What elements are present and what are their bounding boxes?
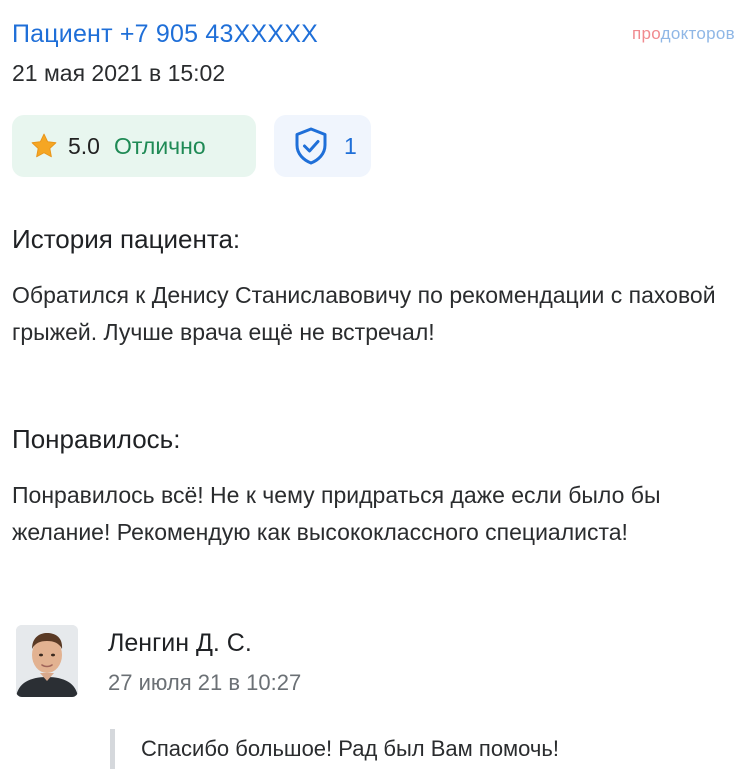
- reply-date: 27 июля 21 в 10:27: [108, 670, 302, 695]
- reply-text: Спасибо большое! Рад был Вам помочь!: [110, 729, 559, 769]
- doctor-reply: Ленгин Д. С. 27 июля 21 в 10:27 Спасибо …: [16, 625, 736, 775]
- section-text-liked: Понравилось всё! Не к чему придраться да…: [12, 482, 661, 545]
- patient-name-link[interactable]: Пациент +7 905 43XXXXX: [12, 20, 318, 49]
- rating-badge: 5.0 Отлично: [12, 115, 256, 177]
- shield-check-icon: [292, 126, 330, 166]
- brand-logo-part1: про: [631, 24, 661, 43]
- section-text-history: Обратился к Денису Станиславовичу по рек…: [12, 282, 716, 345]
- rating-label: Отлично: [113, 132, 206, 159]
- review-header: Пациент +7 905 43XXXXX продокторов: [12, 16, 735, 56]
- avatar[interactable]: [16, 625, 78, 697]
- section-title-liked: Понравилось:: [12, 424, 181, 454]
- verified-count: 1: [344, 132, 357, 159]
- brand-logo-part2: докторов: [660, 24, 735, 43]
- review-card: Пациент +7 905 43XXXXX продокторов 21 ма…: [0, 0, 749, 781]
- verified-badge[interactable]: 1: [274, 115, 371, 177]
- rating-value: 5.0: [68, 132, 100, 159]
- reply-author[interactable]: Ленгин Д. С.: [108, 629, 252, 658]
- review-date: 21 мая 2021 в 15:02: [12, 60, 226, 86]
- star-icon: [30, 132, 58, 160]
- brand-logo[interactable]: продокторов: [632, 24, 735, 44]
- section-title-history: История пациента:: [12, 224, 241, 254]
